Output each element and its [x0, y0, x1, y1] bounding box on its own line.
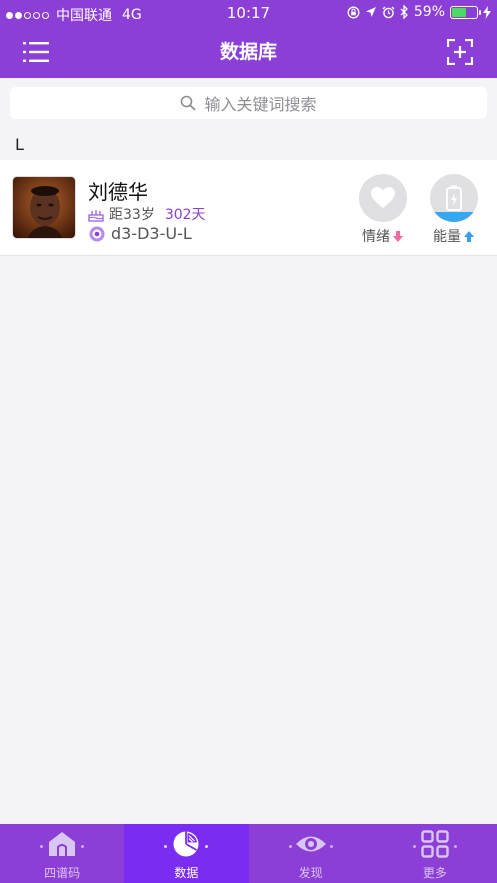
search-input[interactable]: 输入关键词搜索 — [10, 87, 487, 119]
age-text: 距33岁 — [109, 207, 155, 223]
battery-percent: 59% — [413, 4, 445, 20]
search-area: 输入关键词搜索 — [0, 78, 497, 128]
orientation-lock-icon — [347, 6, 360, 18]
tab-label: 更多 — [422, 866, 447, 880]
energy-label-row: 能量 — [422, 226, 486, 246]
arrow-up-icon — [464, 230, 474, 242]
days-count: 302天 — [164, 207, 206, 223]
energy-circle — [430, 174, 478, 222]
add-button[interactable] — [444, 36, 476, 68]
tab-label: 数据 — [174, 866, 199, 880]
battery-icon — [450, 5, 481, 19]
page-title: 数据库 — [219, 41, 277, 63]
eye-icon — [295, 836, 326, 852]
contact-name: 刘德华 — [88, 180, 148, 204]
energy-label: 能量 — [433, 229, 461, 245]
search-placeholder: 输入关键词搜索 — [204, 95, 317, 114]
energy-stat[interactable]: 能量 — [422, 174, 486, 254]
pie-chart-icon — [173, 831, 199, 857]
emotion-label-row: 情绪 — [351, 226, 415, 246]
code-text: d3-D3-U-L — [111, 224, 192, 243]
emotion-circle — [359, 174, 407, 222]
code-line: d3-D3-U-L — [88, 224, 192, 243]
emotion-label: 情绪 — [362, 229, 390, 245]
avatar[interactable] — [12, 176, 76, 239]
arrow-down-icon — [393, 230, 403, 242]
emotion-stat[interactable]: 情绪 — [351, 174, 415, 254]
section-header: L — [15, 135, 24, 154]
tab-data[interactable]: 数据 — [124, 824, 249, 883]
tab-label: 发现 — [298, 866, 323, 880]
contact-row[interactable]: 刘德华 距33岁 302天 d3-D3-U-L 情绪 能量 — [0, 160, 497, 256]
add-square-icon — [447, 39, 473, 65]
home-icon — [49, 832, 76, 856]
tab-discover[interactable]: 发现 — [249, 824, 373, 883]
age-line: 距33岁 302天 — [88, 204, 206, 224]
heart-icon — [371, 187, 395, 208]
status-right: 59% — [347, 4, 491, 20]
tab-bar: 四谱码 数据 发现 更多 — [0, 824, 497, 883]
code-ring-icon — [89, 226, 105, 241]
location-arrow-icon — [365, 7, 376, 17]
status-bar: 中国联通 4G 10:17 59% — [0, 0, 497, 26]
tab-label: 四谱码 — [44, 866, 81, 880]
nav-bar: 数据库 — [0, 26, 497, 78]
energy-level-fill — [430, 212, 478, 222]
charging-icon — [483, 5, 491, 19]
birthday-cake-icon — [88, 210, 104, 222]
search-icon — [181, 95, 197, 111]
tab-more[interactable]: 更多 — [373, 824, 497, 883]
grid-icon — [421, 830, 449, 858]
bluetooth-icon — [400, 5, 408, 19]
battery-charge-icon — [446, 185, 462, 211]
alarm-icon — [382, 6, 395, 18]
tab-sipuma[interactable]: 四谱码 — [0, 824, 124, 883]
